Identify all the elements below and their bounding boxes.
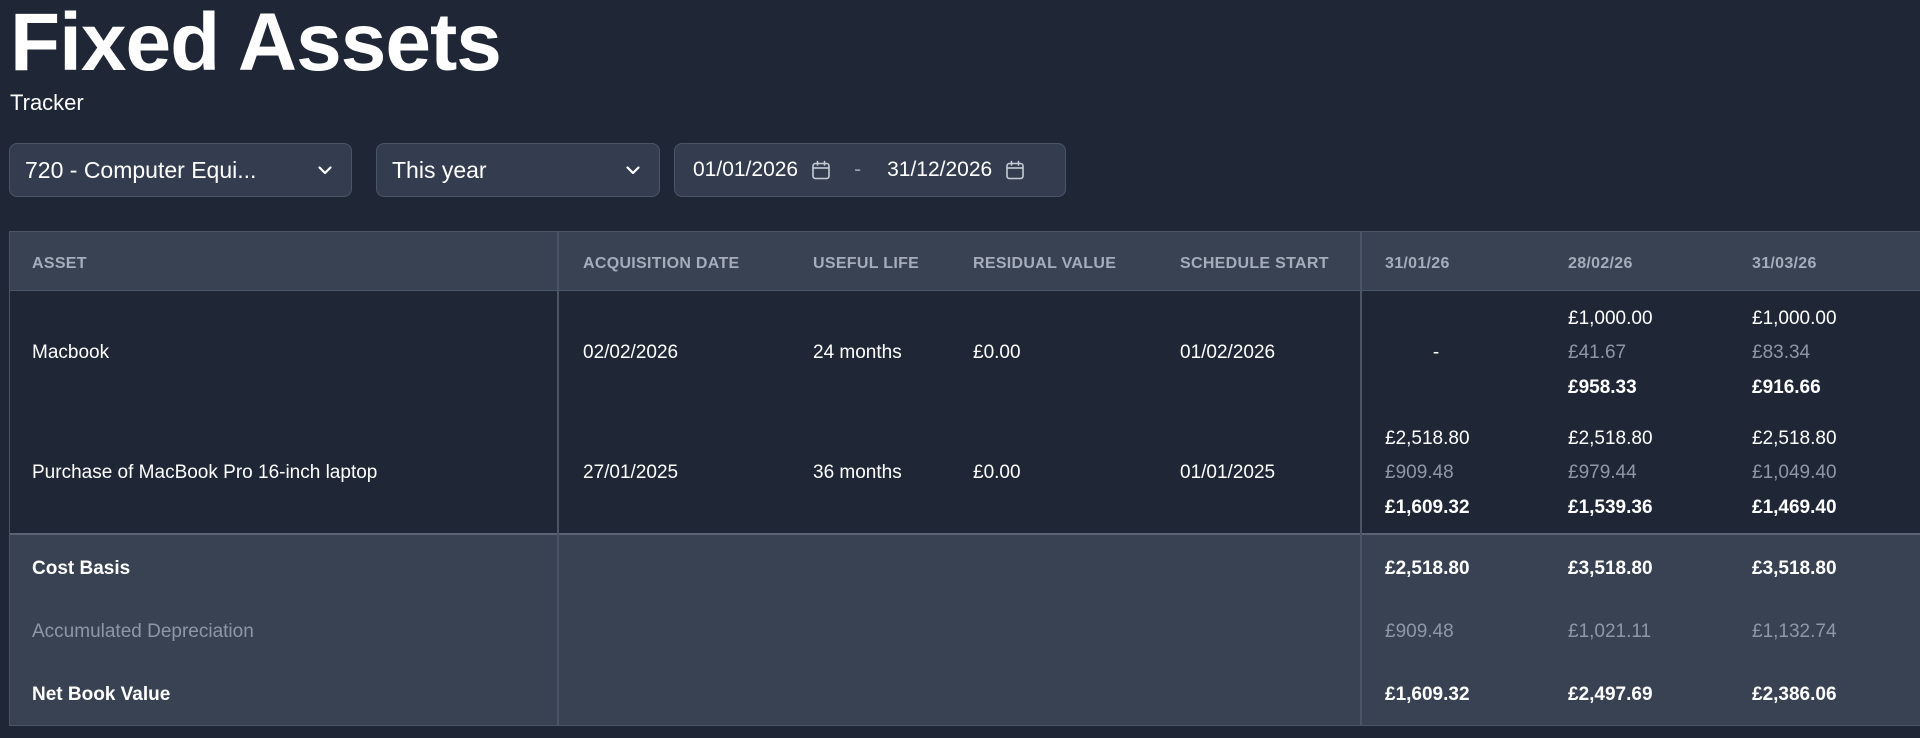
net-book-value: £1,539.36 (1568, 497, 1653, 518)
total-value: £3,518.80 (1568, 558, 1653, 579)
account-select[interactable]: 720 - Computer Equi... (9, 143, 352, 197)
column-header-period-1[interactable]: 31/01/26 (1385, 253, 1450, 275)
useful-life: 36 months (813, 462, 902, 483)
depreciation-value: £1,049.40 (1752, 462, 1837, 483)
date-to-input[interactable]: 31/12/2026 (887, 158, 992, 182)
chevron-down-icon (314, 159, 336, 181)
net-book-value: £1,609.32 (1385, 497, 1470, 518)
asset-name[interactable]: Macbook (32, 342, 109, 364)
depreciation-value: £41.67 (1568, 342, 1627, 363)
table-header (10, 232, 1920, 291)
column-header-schedule-start[interactable]: SCHEDULE START (1180, 253, 1329, 275)
calendar-icon[interactable] (1004, 159, 1026, 181)
column-header-asset[interactable]: ASSET (32, 253, 87, 275)
acquisition-date: 02/02/2026 (583, 342, 679, 363)
totals-label: Cost Basis (32, 558, 131, 579)
residual-value: £0.00 (973, 462, 1021, 483)
column-header-period-3[interactable]: 31/03/26 (1752, 253, 1817, 275)
page-title: Fixed Assets (10, 0, 502, 88)
cost-value: £2,518.80 (1752, 428, 1837, 449)
fixed-assets-table: ASSET ACQUISITION DATE USEFUL LIFE RESID… (9, 231, 1920, 726)
net-book-value: £916.66 (1752, 377, 1821, 398)
net-book-value: £958.33 (1568, 377, 1637, 398)
total-value: £2,386.06 (1752, 684, 1837, 705)
period-select-value: This year (392, 156, 487, 183)
asset-name[interactable]: Purchase of MacBook Pro 16-inch laptop (32, 462, 377, 484)
totals-label: Accumulated Depreciation (32, 621, 254, 642)
column-header-residual-value[interactable]: RESIDUAL VALUE (973, 253, 1116, 275)
period-select[interactable]: This year (376, 143, 660, 197)
useful-life: 24 months (813, 342, 902, 363)
cost-value: £1,000.00 (1752, 308, 1837, 329)
total-value: £2,497.69 (1568, 684, 1653, 705)
column-header-acquisition-date[interactable]: ACQUISITION DATE (583, 253, 740, 275)
page-subtitle: Tracker (10, 90, 84, 115)
date-separator: - (854, 158, 862, 181)
total-value: £2,518.80 (1385, 558, 1470, 579)
net-book-value: £1,469.40 (1752, 497, 1837, 518)
residual-value: £0.00 (973, 342, 1021, 363)
acquisition-date: 27/01/2025 (583, 462, 679, 483)
total-value: £909.48 (1385, 621, 1454, 642)
total-value: £1,021.11 (1568, 621, 1652, 642)
cost-value: £1,000.00 (1568, 308, 1653, 329)
calendar-icon[interactable] (810, 159, 832, 181)
column-divider (1360, 232, 1362, 725)
schedule-start: 01/01/2025 (1180, 462, 1276, 483)
total-value: £1,609.32 (1385, 684, 1470, 705)
depreciation-value: £979.44 (1568, 462, 1637, 483)
total-value: £1,132.74 (1752, 621, 1837, 642)
date-from-input[interactable]: 01/01/2026 (693, 158, 798, 182)
account-select-value: 720 - Computer Equi... (25, 156, 257, 183)
cost-value: £2,518.80 (1385, 428, 1470, 449)
column-divider (557, 232, 559, 725)
depreciation-value: £909.48 (1385, 462, 1454, 483)
chevron-down-icon (622, 159, 644, 181)
column-header-period-2[interactable]: 28/02/26 (1568, 253, 1633, 275)
depreciation-value: £83.34 (1752, 342, 1811, 363)
period-empty-value: - (1432, 342, 1440, 363)
totals-label: Net Book Value (32, 684, 171, 705)
schedule-start: 01/02/2026 (1180, 342, 1276, 363)
date-range-picker[interactable]: 01/01/2026 - 31/12/2026 (674, 143, 1066, 197)
cost-value: £2,518.80 (1568, 428, 1653, 449)
total-value: £3,518.80 (1752, 558, 1837, 579)
column-header-useful-life[interactable]: USEFUL LIFE (813, 253, 919, 275)
